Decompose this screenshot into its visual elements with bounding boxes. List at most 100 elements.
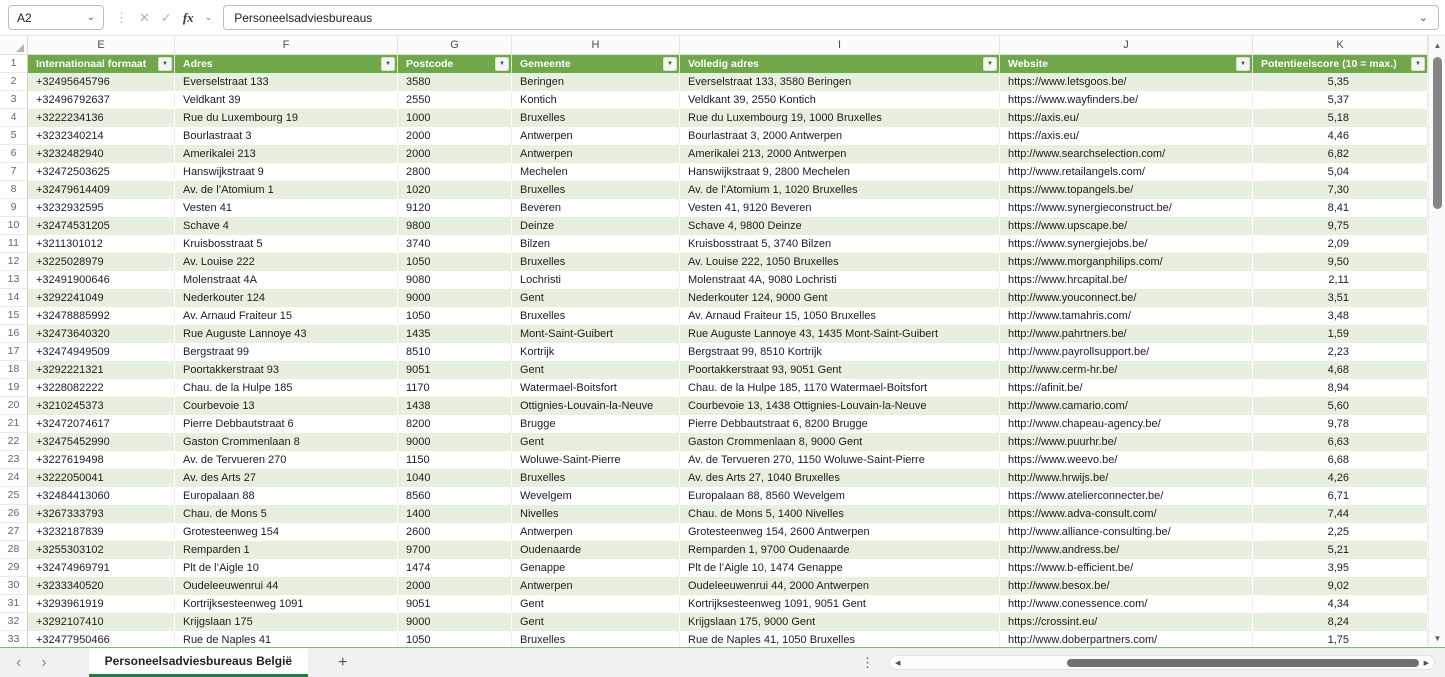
cell[interactable]: Bourlastraat 3, 2000 Antwerpen bbox=[680, 127, 1000, 145]
cell[interactable]: Kruisbosstraat 5 bbox=[175, 235, 398, 253]
cell[interactable]: https://afinit.be/ bbox=[1000, 379, 1253, 397]
cell[interactable]: Grotesteenweg 154, 2600 Antwerpen bbox=[680, 523, 1000, 541]
cell[interactable]: 9051 bbox=[398, 595, 512, 613]
cell[interactable]: https://www.puurhr.be/ bbox=[1000, 433, 1253, 451]
cell[interactable]: 9000 bbox=[398, 289, 512, 307]
cell[interactable]: Bourlastraat 3 bbox=[175, 127, 398, 145]
column-header-G[interactable]: G bbox=[398, 36, 512, 54]
cell[interactable]: Oudeleeuwenrui 44 bbox=[175, 577, 398, 595]
cell[interactable]: Pierre Debbautstraat 6 bbox=[175, 415, 398, 433]
cell[interactable]: Remparden 1 bbox=[175, 541, 398, 559]
cell[interactable]: Gent bbox=[512, 361, 680, 379]
row-header[interactable]: 14 bbox=[0, 289, 28, 307]
cell[interactable]: http://www.besox.be/ bbox=[1000, 577, 1253, 595]
filter-button[interactable]: ▼ bbox=[983, 57, 997, 71]
cell[interactable]: 1474 bbox=[398, 559, 512, 577]
cell[interactable]: Europalaan 88 bbox=[175, 487, 398, 505]
cell[interactable]: Watermael-Boitsfort bbox=[512, 379, 680, 397]
cell[interactable]: 8200 bbox=[398, 415, 512, 433]
cell[interactable]: Kruisbosstraat 5, 3740 Bilzen bbox=[680, 235, 1000, 253]
cell[interactable]: +32478885992 bbox=[28, 307, 175, 325]
column-header-E[interactable]: E bbox=[28, 36, 175, 54]
cell[interactable]: +3292107410 bbox=[28, 613, 175, 631]
cell[interactable]: Oudeleeuwenrui 44, 2000 Antwerpen bbox=[680, 577, 1000, 595]
cell[interactable]: 2000 bbox=[398, 145, 512, 163]
cell[interactable]: Plt de l’Aigle 10 bbox=[175, 559, 398, 577]
row-header[interactable]: 23 bbox=[0, 451, 28, 469]
cell[interactable]: https://www.weevo.be/ bbox=[1000, 451, 1253, 469]
cell[interactable]: 5,37 bbox=[1253, 91, 1428, 109]
cell[interactable]: 1,75 bbox=[1253, 631, 1428, 648]
table-column-header[interactable]: Website ▼ bbox=[1000, 55, 1253, 73]
cell[interactable]: Bruxelles bbox=[512, 631, 680, 648]
cell[interactable]: Av. de l’Atomium 1, 1020 Bruxelles bbox=[680, 181, 1000, 199]
row-header[interactable]: 8 bbox=[0, 181, 28, 199]
cell[interactable]: +32474531205 bbox=[28, 217, 175, 235]
cell[interactable]: Woluwe-Saint-Pierre bbox=[512, 451, 680, 469]
cell[interactable]: +32479614409 bbox=[28, 181, 175, 199]
cell[interactable]: Gent bbox=[512, 613, 680, 631]
scroll-right-icon[interactable]: ▶ bbox=[1424, 659, 1429, 667]
cell[interactable]: Lochristi bbox=[512, 271, 680, 289]
cell[interactable]: Ottignies-Louvain-la-Neuve bbox=[512, 397, 680, 415]
cell[interactable]: Chau. de la Hulpe 185 bbox=[175, 379, 398, 397]
cell[interactable]: 1050 bbox=[398, 307, 512, 325]
column-header-K[interactable]: K bbox=[1253, 36, 1428, 54]
cell[interactable]: 9,75 bbox=[1253, 217, 1428, 235]
cell[interactable]: 2550 bbox=[398, 91, 512, 109]
row-header[interactable]: 19 bbox=[0, 379, 28, 397]
cell[interactable]: Rue de Naples 41, 1050 Bruxelles bbox=[680, 631, 1000, 648]
cell[interactable]: Vesten 41 bbox=[175, 199, 398, 217]
cell[interactable]: 3,48 bbox=[1253, 307, 1428, 325]
select-all-corner[interactable] bbox=[0, 36, 28, 54]
cell[interactable]: Av. Arnaud Fraiteur 15, 1050 Bruxelles bbox=[680, 307, 1000, 325]
next-sheet-icon[interactable]: › bbox=[41, 655, 46, 671]
row-header[interactable]: 21 bbox=[0, 415, 28, 433]
cell[interactable]: +32474969791 bbox=[28, 559, 175, 577]
row-header[interactable]: 3 bbox=[0, 91, 28, 109]
cell[interactable]: +3233340520 bbox=[28, 577, 175, 595]
cell[interactable]: Amerikalei 213 bbox=[175, 145, 398, 163]
cell[interactable]: Av. Louise 222, 1050 Bruxelles bbox=[680, 253, 1000, 271]
cell[interactable]: 9700 bbox=[398, 541, 512, 559]
cell[interactable]: 1400 bbox=[398, 505, 512, 523]
horizontal-scrollbar-thumb[interactable] bbox=[1067, 659, 1419, 667]
cell[interactable]: Hanswijkstraat 9, 2800 Mechelen bbox=[680, 163, 1000, 181]
function-chevron-icon[interactable]: ⌄ bbox=[205, 12, 213, 23]
cell[interactable]: https://axis.eu/ bbox=[1000, 127, 1253, 145]
cell[interactable]: 5,21 bbox=[1253, 541, 1428, 559]
cell[interactable]: http://www.conessence.com/ bbox=[1000, 595, 1253, 613]
cell[interactable]: +3232932595 bbox=[28, 199, 175, 217]
insert-function-icon[interactable]: fx bbox=[183, 10, 194, 26]
cell[interactable]: +32484413060 bbox=[28, 487, 175, 505]
row-header[interactable]: 27 bbox=[0, 523, 28, 541]
row-header[interactable]: 24 bbox=[0, 469, 28, 487]
cell[interactable]: +3210245373 bbox=[28, 397, 175, 415]
cell[interactable]: +3211301012 bbox=[28, 235, 175, 253]
cell[interactable]: Av. Arnaud Fraiteur 15 bbox=[175, 307, 398, 325]
row-header[interactable]: 28 bbox=[0, 541, 28, 559]
cell[interactable]: 5,60 bbox=[1253, 397, 1428, 415]
cell[interactable]: 1,59 bbox=[1253, 325, 1428, 343]
cell[interactable]: Rue du Luxembourg 19, 1000 Bruxelles bbox=[680, 109, 1000, 127]
cell[interactable]: 2,11 bbox=[1253, 271, 1428, 289]
row-header[interactable]: 26 bbox=[0, 505, 28, 523]
cell[interactable]: Kontich bbox=[512, 91, 680, 109]
row-header[interactable]: 10 bbox=[0, 217, 28, 235]
row-header[interactable]: 1 bbox=[0, 55, 28, 73]
formula-input[interactable]: Personeelsadviesbureaus ⌄ bbox=[223, 5, 1439, 30]
confirm-icon[interactable]: ✓ bbox=[161, 10, 172, 26]
cell[interactable]: Chau. de Mons 5 bbox=[175, 505, 398, 523]
cell[interactable]: https://www.topangels.be/ bbox=[1000, 181, 1253, 199]
cell[interactable]: +3222234136 bbox=[28, 109, 175, 127]
cell[interactable]: 2000 bbox=[398, 127, 512, 145]
cell[interactable]: +32472503625 bbox=[28, 163, 175, 181]
cell[interactable]: Veldkant 39, 2550 Kontich bbox=[680, 91, 1000, 109]
cell[interactable]: https://www.adva-consult.com/ bbox=[1000, 505, 1253, 523]
cell[interactable]: +3293961919 bbox=[28, 595, 175, 613]
cell[interactable]: Courbevoie 13, 1438 Ottignies-Louvain-la… bbox=[680, 397, 1000, 415]
horizontal-scrollbar[interactable]: ◀ ▶ bbox=[889, 655, 1435, 670]
table-column-header[interactable]: Internationaal formaat ▼ bbox=[28, 55, 175, 73]
table-column-header[interactable]: Gemeente ▼ bbox=[512, 55, 680, 73]
cell[interactable]: +3225028979 bbox=[28, 253, 175, 271]
